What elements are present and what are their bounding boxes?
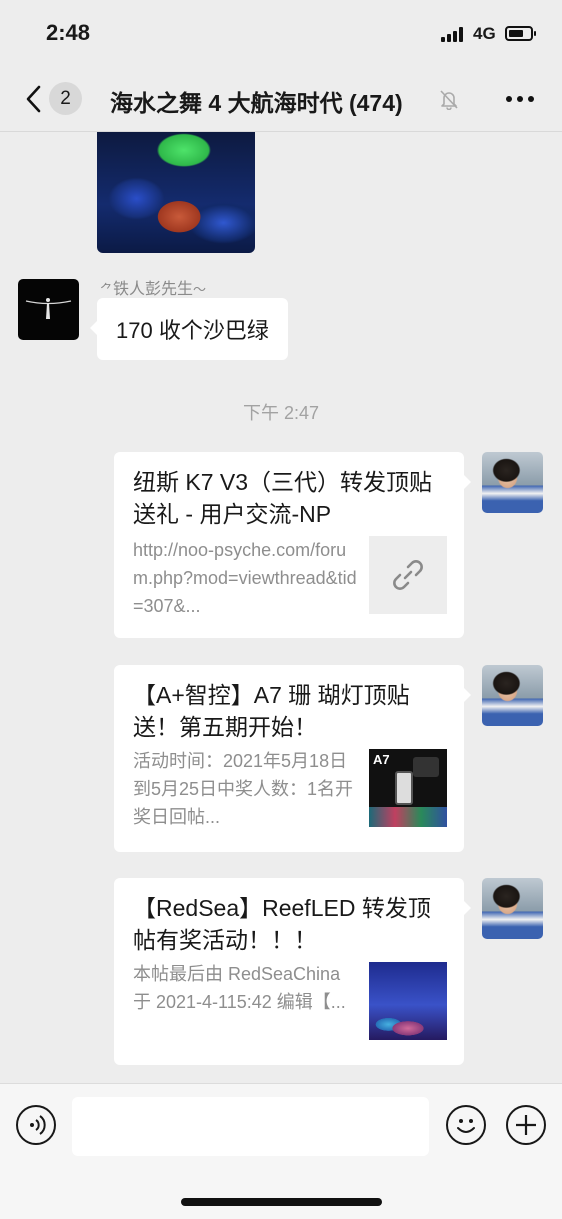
- card-title: 【A+智控】A7 珊 瑚灯顶贴送！第五期开始！: [133, 682, 410, 740]
- card-thumbnail: A7: [369, 749, 447, 827]
- card-thumbnail: [369, 962, 447, 1040]
- signal-icon: [441, 26, 467, 42]
- message-input[interactable]: [72, 1097, 429, 1156]
- link-card[interactable]: 【A+智控】A7 珊 瑚灯顶贴送！第五期开始！ 活动时间：2021年5月18日到…: [114, 665, 471, 852]
- link-icon: [393, 560, 423, 590]
- card-title: 【RedSea】ReefLED 转发顶帖有奖活动！！！: [133, 895, 431, 953]
- link-card[interactable]: 【RedSea】ReefLED 转发顶帖有奖活动！！！ 本帖最后由 RedSea…: [114, 878, 471, 1065]
- thumb-label: A7: [373, 752, 390, 767]
- card-description: 本帖最后由 RedSeaChina 于 2021-4-115:42 编辑【...: [133, 964, 346, 1012]
- mute-icon: [438, 88, 460, 110]
- plus-icon: [516, 1115, 536, 1135]
- coral-image-message[interactable]: [97, 132, 255, 253]
- emoji-button[interactable]: [446, 1105, 486, 1145]
- card-title: 纽斯 K7 V3（三代）转发顶贴送礼 - 用户交流-NP: [133, 469, 433, 527]
- card-thumbnail: [369, 536, 447, 614]
- more-functions-button[interactable]: [506, 1105, 546, 1145]
- timestamp: 下午 2:47: [242, 403, 320, 423]
- chat-title: 海水之舞 4 大航海时代 (474): [110, 90, 403, 116]
- emoji-icon: [457, 1119, 475, 1133]
- network-type: 4G: [473, 24, 496, 43]
- status-time: 2:48: [46, 20, 91, 45]
- sender-name: ⺈铁人彭先生～: [100, 281, 207, 298]
- avatar[interactable]: [18, 279, 79, 340]
- message-text: 170 收个沙巴绿: [116, 318, 269, 343]
- card-description: http://noo-psyche.com/forum.php?mod=view…: [133, 540, 357, 616]
- flourish-left-icon: ⺈: [100, 282, 114, 297]
- home-indicator: [181, 1198, 382, 1206]
- voice-icon: [30, 1115, 46, 1135]
- back-icon[interactable]: [22, 84, 52, 114]
- avatar[interactable]: [482, 878, 543, 939]
- unread-badge[interactable]: 2: [49, 82, 82, 115]
- avatar[interactable]: [482, 665, 543, 726]
- voice-button[interactable]: [16, 1105, 56, 1145]
- avatar[interactable]: [482, 452, 543, 513]
- nav-divider: [0, 131, 562, 132]
- battery-icon: [505, 26, 536, 41]
- card-description: 活动时间：2021年5月18日到5月25日中奖人数：1名开奖日回帖...: [133, 751, 354, 827]
- text-message-bubble[interactable]: 170 收个沙巴绿: [90, 298, 288, 360]
- link-card[interactable]: 纽斯 K7 V3（三代）转发顶贴送礼 - 用户交流-NP http://noo-…: [114, 452, 471, 638]
- more-icon[interactable]: [506, 96, 536, 104]
- flourish-right-icon: ～: [193, 282, 207, 297]
